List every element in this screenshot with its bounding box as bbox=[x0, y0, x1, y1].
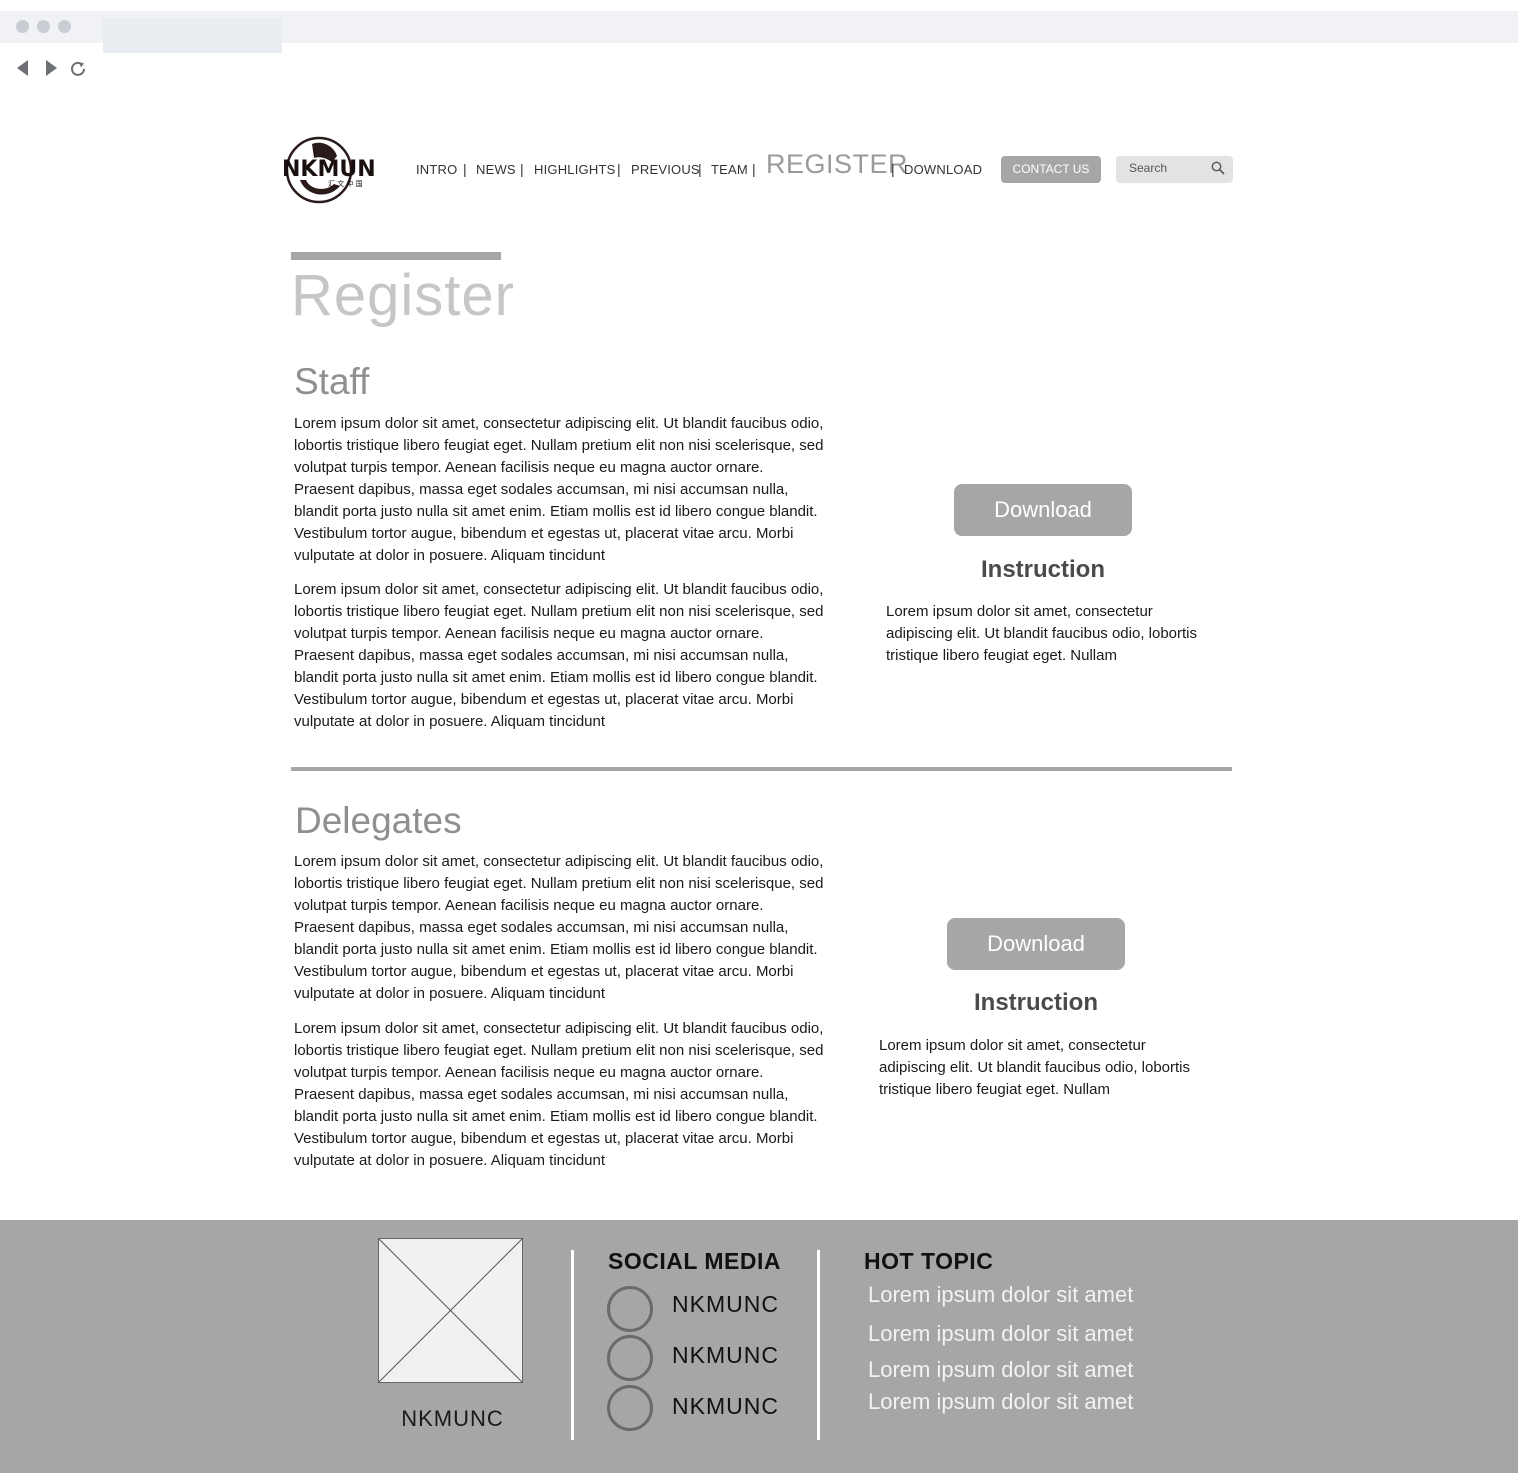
hot-topic-heading: HOT TOPIC bbox=[864, 1248, 994, 1274]
social-icon[interactable] bbox=[607, 1286, 653, 1332]
social-link[interactable]: NKMUNC bbox=[672, 1291, 779, 1318]
browser-tab[interactable] bbox=[103, 18, 282, 53]
nav-separator: | bbox=[463, 161, 467, 177]
nav-separator: | bbox=[891, 161, 895, 177]
page-title: Register bbox=[291, 263, 515, 328]
image-placeholder-icon bbox=[378, 1238, 523, 1383]
nav-previous[interactable]: PREVIOUS bbox=[631, 162, 700, 177]
hot-topic-link[interactable]: Lorem ipsum dolor sit amet bbox=[868, 1282, 1133, 1308]
nav-separator: | bbox=[752, 161, 756, 177]
svg-text:NKMUN: NKMUN bbox=[282, 157, 376, 182]
delegates-paragraph: Lorem ipsum dolor sit amet, consectetur … bbox=[294, 853, 824, 1002]
window-dot-maximize[interactable] bbox=[58, 20, 71, 33]
social-icon[interactable] bbox=[607, 1335, 653, 1381]
window-dot-minimize[interactable] bbox=[37, 20, 50, 33]
nav-separator: | bbox=[698, 161, 702, 177]
hot-topic-link[interactable]: Lorem ipsum dolor sit amet bbox=[868, 1321, 1133, 1347]
delegates-download-button[interactable]: Download bbox=[947, 918, 1125, 970]
delegates-paragraph: Lorem ipsum dolor sit amet, consectetur … bbox=[294, 1020, 824, 1169]
staff-instruction-text: Lorem ipsum dolor sit amet, consectetur … bbox=[886, 603, 1198, 664]
nav-separator: | bbox=[520, 161, 524, 177]
forward-arrow-icon[interactable] bbox=[46, 60, 57, 76]
nav-news[interactable]: NEWS bbox=[476, 162, 516, 177]
footer-brand: NKMUNC bbox=[401, 1406, 504, 1431]
social-media-heading: SOCIAL MEDIA bbox=[608, 1248, 781, 1274]
social-link[interactable]: NKMUNC bbox=[672, 1393, 779, 1420]
svg-text:汇 文 中 国: 汇 文 中 国 bbox=[328, 179, 363, 188]
footer-divider bbox=[571, 1250, 574, 1440]
nav-register[interactable]: REGISTER bbox=[766, 149, 908, 180]
hot-topic-link[interactable]: Lorem ipsum dolor sit amet bbox=[868, 1389, 1133, 1415]
contact-us-button[interactable]: CONTACT US bbox=[1001, 156, 1101, 183]
staff-paragraph: Lorem ipsum dolor sit amet, consectetur … bbox=[294, 581, 824, 730]
nav-team[interactable]: TEAM bbox=[711, 162, 748, 177]
delegates-instruction-text: Lorem ipsum dolor sit amet, consectetur … bbox=[879, 1037, 1191, 1098]
nav-download[interactable]: DOWNLOAD bbox=[904, 162, 982, 177]
footer-divider bbox=[817, 1250, 820, 1440]
section-title-delegates: Delegates bbox=[295, 800, 462, 841]
staff-paragraph: Lorem ipsum dolor sit amet, consectetur … bbox=[294, 415, 824, 564]
social-icon[interactable] bbox=[607, 1385, 653, 1431]
nav-intro[interactable]: INTRO bbox=[416, 162, 457, 177]
back-arrow-icon[interactable] bbox=[17, 60, 28, 76]
social-link[interactable]: NKMUNC bbox=[672, 1342, 779, 1369]
search-icon[interactable] bbox=[1211, 161, 1225, 175]
search-placeholder: Search bbox=[1129, 161, 1168, 175]
window-dot-close[interactable] bbox=[16, 20, 29, 33]
title-accent-bar bbox=[291, 252, 501, 260]
hot-topic-link[interactable]: Lorem ipsum dolor sit amet bbox=[868, 1357, 1133, 1383]
nav-separator: | bbox=[617, 161, 621, 177]
staff-instruction-title: Instruction bbox=[981, 556, 1105, 583]
delegates-instruction-title: Instruction bbox=[974, 989, 1098, 1016]
section-divider bbox=[291, 767, 1232, 771]
nkmun-logo[interactable]: NKMUN 汇 文 中 国 bbox=[282, 136, 394, 204]
staff-download-button[interactable]: Download bbox=[954, 484, 1132, 536]
reload-icon[interactable] bbox=[68, 59, 88, 79]
nav-highlights[interactable]: HIGHLIGHTS bbox=[534, 162, 615, 177]
section-title-staff: Staff bbox=[294, 361, 370, 402]
